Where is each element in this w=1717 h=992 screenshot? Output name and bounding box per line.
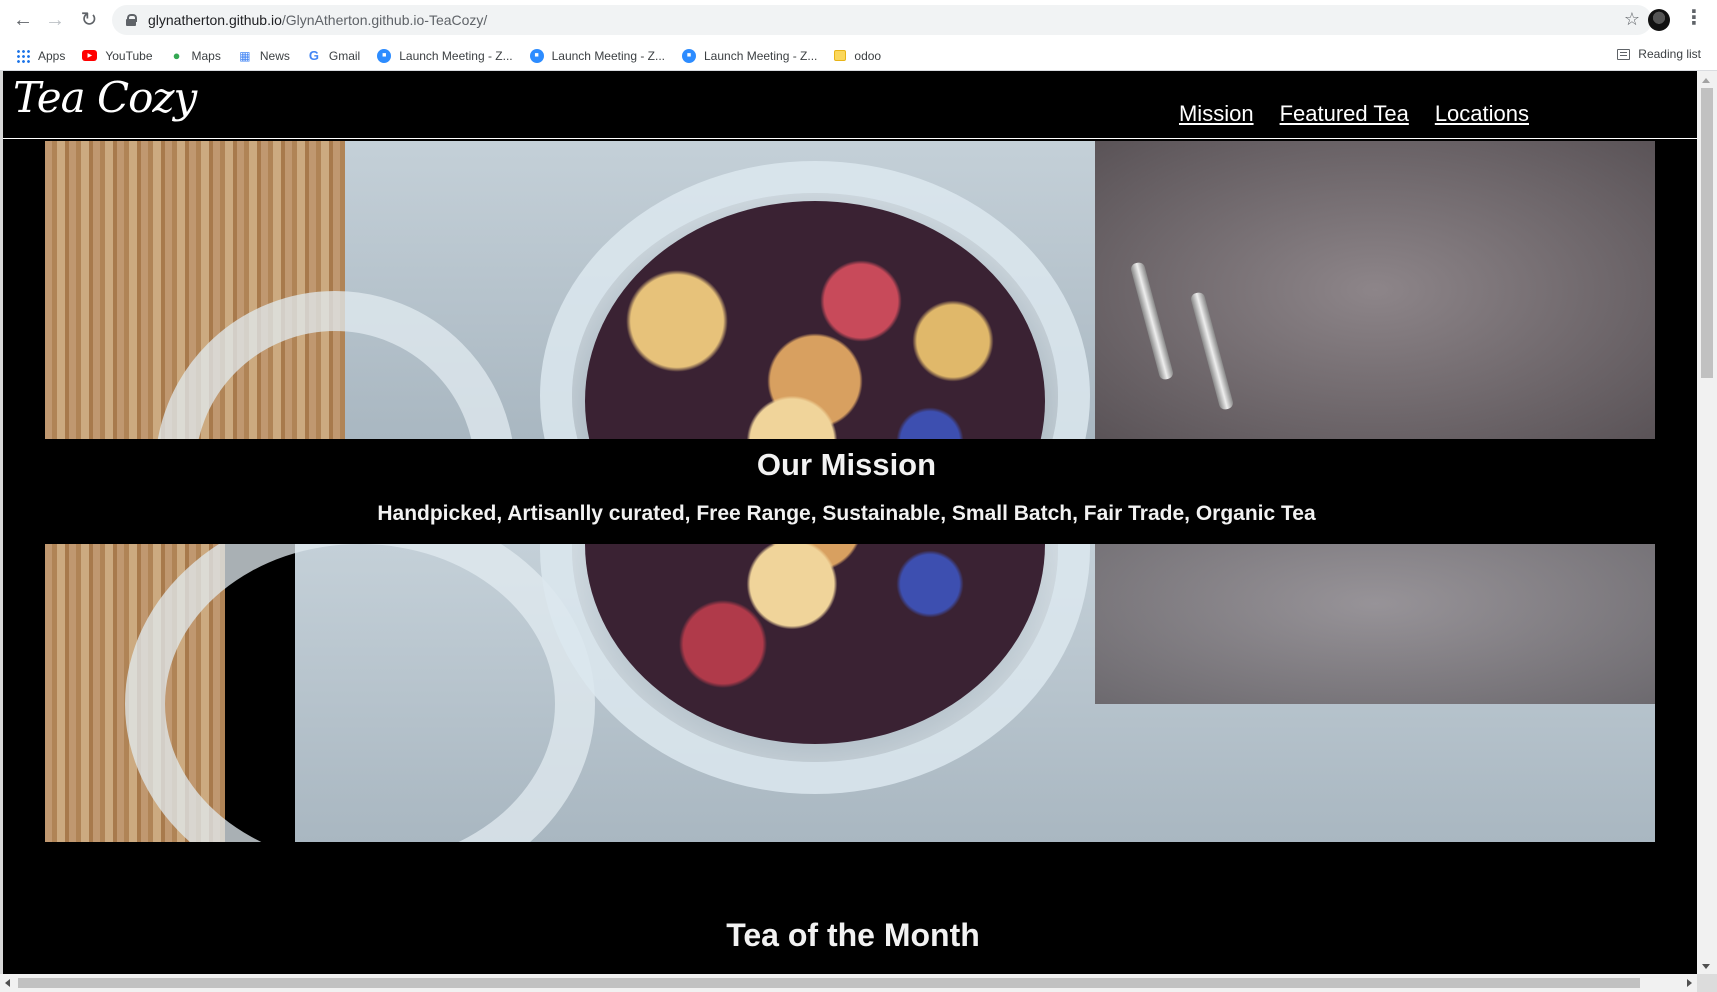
bookmark-label: Maps (191, 48, 221, 63)
address-bar[interactable]: glynatherton.github.io/GlynAtherton.gith… (112, 5, 1652, 35)
bookmark-label: Launch Meeting - Z... (551, 48, 665, 63)
bookmark-label: YouTube (105, 48, 153, 63)
nav-link-mission[interactable]: Mission (1179, 101, 1254, 127)
reload-icon[interactable]: ↻ (76, 8, 102, 32)
url-path: /GlynAtherton.github.io-TeaCozy/ (281, 12, 488, 28)
site-nav: Mission Featured Tea Locations (1179, 101, 1529, 127)
bookmark-news[interactable]: ▦ News (238, 49, 290, 63)
bookmark-launch-meeting-2[interactable]: ■ Launch Meeting - Z... (529, 48, 665, 63)
maps-icon: ● (172, 48, 181, 63)
zoom-icon: ■ (529, 48, 544, 63)
menu-kebab-icon[interactable]: ⋮ (1684, 8, 1704, 28)
bookmark-gmail[interactable]: G Gmail (307, 48, 361, 63)
scroll-left-arrow-icon[interactable] (5, 979, 10, 987)
horizontal-scrollbar[interactable] (0, 974, 1697, 992)
scroll-up-arrow-icon[interactable] (1702, 78, 1710, 83)
mission-hero-image-top (45, 141, 1655, 439)
nav-link-featured-tea[interactable]: Featured Tea (1280, 101, 1409, 127)
bookmark-launch-meeting-1[interactable]: ■ Launch Meeting - Z... (377, 48, 513, 63)
google-icon: G (308, 48, 319, 63)
nav-link-locations[interactable]: Locations (1435, 101, 1529, 127)
forward-arrow-icon[interactable]: → (42, 8, 68, 32)
lock-icon[interactable] (126, 14, 137, 26)
bookmark-star-icon[interactable]: ☆ (1624, 9, 1640, 30)
bookmark-youtube[interactable]: ▶ YouTube (82, 48, 153, 63)
bookmark-label: Launch Meeting - Z... (704, 48, 818, 63)
scrollbar-corner (1697, 974, 1717, 992)
vertical-scroll-thumb[interactable] (1701, 88, 1713, 378)
scroll-right-arrow-icon[interactable] (1687, 979, 1692, 987)
bookmark-odoo[interactable]: odoo (834, 49, 881, 63)
browser-toolbar: ← → ↻ glynatherton.github.io/GlynAtherto… (0, 0, 1717, 40)
bookmark-label: News (259, 48, 290, 63)
bookmarks-bar: Apps ▶ YouTube ● Maps ▦ News G Gmail ■ Launch… (0, 40, 1717, 71)
reading-list-label: Reading list (1638, 47, 1701, 61)
mission-hero-image-bottom (45, 544, 1655, 842)
browser-chrome: ← → ↻ glynatherton.github.io/GlynAtherto… (0, 0, 1717, 71)
vertical-scrollbar[interactable] (1697, 71, 1717, 976)
youtube-icon: ▶ (82, 50, 98, 61)
reading-list-button[interactable]: Reading list (1617, 47, 1701, 61)
site-header: Tea Cozy Mission Featured Tea Locations (3, 71, 1697, 139)
back-arrow-icon[interactable]: ← (10, 8, 36, 32)
bookmark-label: Gmail (328, 48, 361, 63)
bookmark-label: odoo (854, 48, 882, 63)
reading-list-icon (1617, 48, 1631, 60)
profile-avatar[interactable] (1648, 9, 1670, 31)
zoom-icon: ■ (377, 48, 392, 63)
horizontal-scroll-thumb[interactable] (18, 978, 1640, 988)
apps-grid-icon (16, 48, 30, 63)
url-host: glynatherton.github.io (148, 12, 282, 28)
mission-subheading: Handpicked, Artisanlly curated, Free Ran… (377, 502, 1316, 525)
tea-of-the-month-heading: Tea of the Month (726, 917, 980, 953)
news-icon: ▦ (239, 48, 251, 63)
mission-heading: Our Mission (756, 447, 937, 482)
zoom-icon: ■ (682, 48, 696, 63)
scroll-down-arrow-icon[interactable] (1702, 964, 1710, 969)
folder-icon (834, 50, 847, 61)
page-viewport: Tea Cozy Mission Featured Tea Locations … (0, 71, 1717, 992)
bookmark-launch-meeting-3[interactable]: ■ Launch Meeting - Z... (682, 48, 818, 63)
bookmark-apps[interactable]: Apps (16, 48, 66, 63)
bookmark-label: Launch Meeting - Z... (399, 48, 513, 63)
bookmark-label: Apps (38, 48, 66, 63)
bookmark-maps[interactable]: ● Maps (170, 48, 221, 63)
site-logo[interactable]: Tea Cozy (13, 73, 197, 122)
